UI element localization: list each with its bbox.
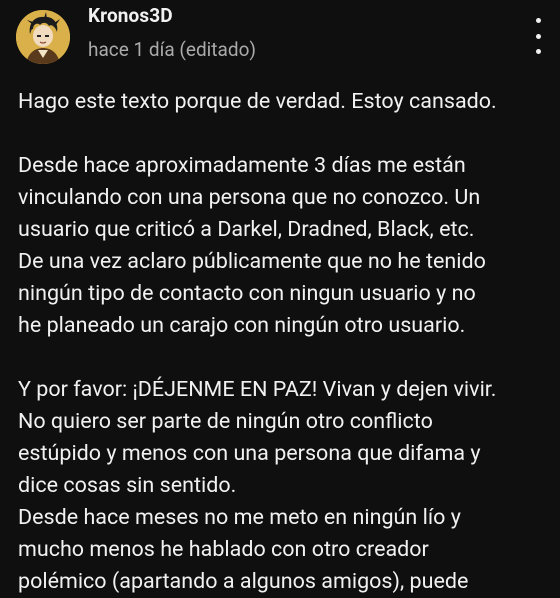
avatar[interactable]	[16, 10, 70, 64]
comment-line: vinculando con una persona que no conozc…	[18, 185, 481, 210]
menu-dot	[535, 49, 541, 54]
comment-line: Desde hace aproximadamente 3 días me est…	[18, 153, 466, 178]
menu-dot	[535, 33, 541, 39]
comment-paragraph: Y por favor: ¡DÉJENME EN PAZ! Vivan y de…	[18, 374, 548, 502]
comment-timestamp[interactable]: hace 1 día (editado)	[88, 38, 256, 61]
comment-line: No quiero ser parte de ningún otro confl…	[18, 409, 433, 434]
comment-paragraph: Desde hace aproximadamente 3 días me est…	[18, 150, 548, 342]
comment-paragraph: Desde hace meses no me meto en ningún lí…	[18, 502, 548, 598]
comment-line: Y por favor: ¡DÉJENME EN PAZ! Vivan y de…	[18, 377, 497, 402]
comment-line: ningún tipo de contacto con ningun usuar…	[18, 281, 476, 306]
menu-dot	[535, 18, 541, 23]
comment-line: estúpido y menos con una persona que dif…	[18, 441, 481, 466]
comment-line: usuario que criticó a Darkel, Dradned, B…	[18, 217, 475, 242]
comment-paragraph: Hago este texto porque de verdad. Estoy …	[18, 86, 548, 118]
cartoon-avatar-icon	[16, 10, 70, 64]
comment-line: Desde hace meses no me meto en ningún lí…	[18, 505, 461, 530]
comment-line: De una vez aclaro públicamente que no he…	[18, 249, 486, 274]
comment-line: he planeado un carajo con ningún otro us…	[18, 313, 466, 338]
comment-line: mucho menos he hablado con otro creador	[18, 537, 429, 562]
comment-header: Kronos3D hace 1 día (editado)	[16, 4, 560, 70]
comment-line: dice cosas sin sentido.	[18, 473, 237, 498]
comment-line: Hago este texto porque de verdad. Estoy …	[18, 89, 497, 114]
more-vertical-icon[interactable]	[526, 18, 550, 54]
comment-author[interactable]: Kronos3D	[88, 4, 173, 27]
comment-body: Hago este texto porque de verdad. Estoy …	[18, 86, 548, 598]
comment-line: polémico (apartando a algunos amigos), p…	[18, 569, 469, 594]
